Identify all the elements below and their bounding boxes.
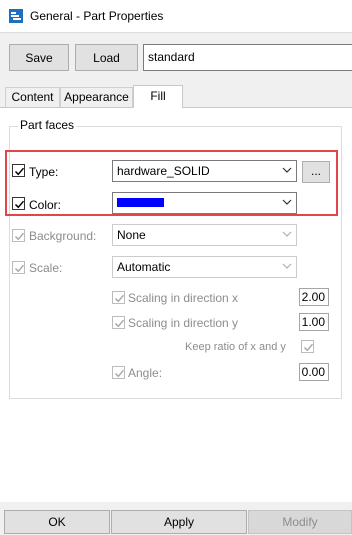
browse-hatch-button[interactable]: ... bbox=[302, 161, 330, 183]
tab-content[interactable]: Content bbox=[5, 87, 60, 107]
chevron-down-icon bbox=[282, 199, 292, 205]
checkmark-icon bbox=[14, 232, 25, 241]
scale-y-label: Scaling in direction y bbox=[128, 316, 239, 330]
tab-strip: Content Appearance Fill bbox=[0, 85, 352, 108]
ok-button[interactable]: OK bbox=[4, 510, 110, 534]
type-label: Type: bbox=[29, 165, 59, 179]
checkmark-icon bbox=[14, 264, 25, 273]
apply-button[interactable]: Apply bbox=[111, 510, 247, 534]
checkmark-icon bbox=[14, 167, 25, 176]
keep-ratio-label: Keep ratio of x and y bbox=[185, 341, 286, 353]
scale-y-checkbox[interactable] bbox=[112, 316, 125, 329]
angle-input[interactable]: 0.00 bbox=[299, 363, 329, 381]
color-checkbox[interactable] bbox=[12, 197, 25, 210]
scale-x-label: Scaling in direction x bbox=[128, 291, 239, 305]
keep-ratio-checkbox[interactable] bbox=[301, 340, 314, 353]
modify-button[interactable]: Modify bbox=[248, 510, 352, 534]
window-title: General - Part Properties bbox=[30, 9, 164, 23]
type-dropdown[interactable]: hardware_SOLID bbox=[112, 160, 297, 182]
checkmark-icon bbox=[114, 294, 125, 303]
checkmark-icon bbox=[114, 319, 125, 328]
scale-dropdown[interactable]: Automatic bbox=[112, 256, 297, 278]
dialog-footer: OK Apply Modify bbox=[0, 502, 352, 535]
scale-label: Scale: bbox=[29, 261, 63, 275]
save-button[interactable]: Save bbox=[9, 44, 69, 71]
background-value: None bbox=[117, 228, 146, 242]
chevron-down-icon bbox=[282, 263, 292, 269]
title-bar: General - Part Properties bbox=[0, 0, 352, 33]
chevron-down-icon bbox=[282, 167, 292, 173]
type-value: hardware_SOLID bbox=[117, 164, 210, 178]
checkmark-icon bbox=[114, 369, 125, 378]
checkmark-icon bbox=[14, 200, 25, 209]
background-checkbox[interactable] bbox=[12, 229, 25, 242]
tab-fill[interactable]: Fill bbox=[133, 85, 183, 108]
fill-tab-panel: Part faces Type: hardware_SOLID ... Colo… bbox=[0, 107, 352, 502]
part-faces-group-label: Part faces bbox=[18, 118, 77, 132]
angle-label: Angle: bbox=[128, 366, 163, 380]
tab-appearance[interactable]: Appearance bbox=[60, 87, 133, 107]
angle-checkbox[interactable] bbox=[112, 366, 125, 379]
scale-x-input[interactable]: 2.00 bbox=[299, 288, 329, 306]
type-checkbox[interactable] bbox=[12, 164, 25, 177]
chevron-down-icon bbox=[282, 231, 292, 237]
background-dropdown[interactable]: None bbox=[112, 224, 297, 246]
scale-checkbox[interactable] bbox=[12, 261, 25, 274]
background-label: Background: bbox=[29, 229, 97, 243]
app-icon bbox=[9, 9, 23, 23]
color-label: Color: bbox=[29, 198, 62, 212]
checkmark-icon bbox=[303, 343, 314, 352]
scale-value: Automatic bbox=[117, 260, 171, 274]
scale-y-input[interactable]: 1.00 bbox=[299, 313, 329, 331]
scale-x-checkbox[interactable] bbox=[112, 291, 125, 304]
load-button[interactable]: Load bbox=[75, 44, 138, 71]
preset-name-field[interactable]: standard bbox=[143, 44, 352, 71]
color-swatch bbox=[117, 198, 164, 207]
color-dropdown[interactable] bbox=[112, 192, 297, 214]
